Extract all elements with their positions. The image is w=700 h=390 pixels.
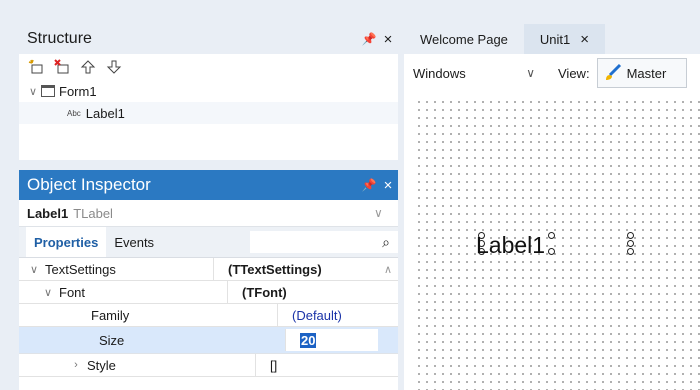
tab-unit1[interactable]: Unit1 × — [523, 24, 606, 54]
editor-tabs: Welcome Page Unit1 × — [404, 24, 700, 54]
object-inspector-title: Object Inspector — [27, 175, 151, 194]
move-up-icon[interactable] — [79, 58, 97, 76]
resize-handle[interactable] — [548, 232, 555, 239]
structure-panel: Structure 📌 × ∨ Form1 Abc Label1 — [19, 24, 398, 160]
scroll-up-icon[interactable]: ∧ — [378, 263, 398, 276]
property-name: Style — [87, 357, 116, 373]
property-search-input[interactable]: ⌕ — [250, 231, 398, 253]
property-name: TextSettings — [45, 261, 116, 277]
resize-handle[interactable] — [627, 248, 634, 255]
canvas-label1[interactable]: Label1 — [476, 232, 545, 259]
chevron-down-icon[interactable]: ∨ — [25, 85, 41, 98]
property-value-input[interactable]: 20 — [300, 332, 317, 348]
component-selector[interactable]: Label1 TLabel ∨ — [19, 200, 398, 227]
property-value: (Default) — [292, 307, 342, 323]
property-name: Family — [91, 307, 130, 323]
chevron-down-icon[interactable]: ∨ — [41, 286, 55, 299]
view-selector[interactable]: Master — [596, 58, 688, 88]
property-value: [] — [270, 357, 278, 373]
property-row-textsettings[interactable]: ∨ TextSettings (TTextSettings) ∧ — [19, 258, 398, 281]
pin-icon[interactable]: 📌 — [360, 32, 378, 46]
property-name: Size — [99, 332, 125, 348]
form-icon — [41, 85, 55, 97]
property-name: Font — [59, 284, 86, 300]
brush-icon — [605, 63, 621, 80]
property-row-size[interactable]: Size 20 — [19, 327, 398, 354]
view-label: View: — [558, 65, 590, 81]
resize-handle[interactable] — [627, 240, 634, 247]
tab-label: Welcome Page — [420, 31, 508, 47]
property-row-font[interactable]: ∨ Font (TFont) — [19, 281, 398, 304]
object-inspector-header: Object Inspector 📌 × — [19, 170, 398, 200]
structure-toolbar — [19, 54, 398, 80]
tree-item-label: Form1 — [59, 83, 97, 99]
property-row-style[interactable]: › Style [] — [19, 354, 398, 377]
add-component-icon[interactable] — [27, 58, 45, 76]
designer-toolbar: Windows ∨ View: Master — [404, 54, 700, 92]
structure-title: Structure — [27, 30, 92, 47]
tab-properties[interactable]: Properties — [26, 227, 107, 257]
view-value: Master — [626, 65, 667, 81]
move-down-icon[interactable] — [105, 58, 123, 76]
tab-label: Unit1 — [539, 31, 571, 47]
tree-item-label1[interactable]: Abc Label1 — [19, 102, 398, 124]
property-value: (TTextSettings) — [228, 261, 322, 277]
resize-handle[interactable] — [548, 248, 555, 255]
abc-icon: Abc — [67, 108, 81, 118]
selected-component-name: Label1 — [27, 205, 69, 221]
object-inspector-panel: Object Inspector 📌 × Label1 TLabel ∨ Pro… — [19, 170, 398, 390]
chevron-down-icon[interactable]: ∨ — [27, 263, 41, 276]
chevron-down-icon[interactable]: ∨ — [526, 66, 535, 80]
tree-item-form1[interactable]: ∨ Form1 — [19, 80, 398, 102]
tab-events[interactable]: Events — [106, 227, 162, 257]
resize-handle[interactable] — [627, 232, 634, 239]
tree-item-label: Label1 — [85, 105, 125, 121]
delete-component-icon[interactable] — [53, 58, 71, 76]
structure-header: Structure 📌 × — [19, 24, 398, 54]
platform-combo-value: Windows — [413, 65, 466, 81]
close-icon[interactable]: × — [580, 31, 589, 48]
inspector-tabs: Properties Events ⌕ — [19, 227, 398, 258]
pin-icon[interactable]: 📌 — [360, 178, 378, 192]
chevron-right-icon[interactable]: › — [69, 359, 83, 371]
close-icon[interactable]: × — [378, 177, 398, 194]
property-row-family[interactable]: Family (Default) — [19, 304, 398, 327]
chevron-down-icon[interactable]: ∨ — [374, 206, 398, 220]
close-icon[interactable]: × — [378, 31, 398, 48]
tab-welcome-page[interactable]: Welcome Page — [404, 24, 524, 54]
property-value: (TFont) — [242, 284, 287, 300]
search-icon[interactable]: ⌕ — [382, 234, 390, 251]
platform-combo[interactable]: Windows ∨ — [408, 60, 543, 86]
selected-component-type: TLabel — [73, 205, 113, 221]
